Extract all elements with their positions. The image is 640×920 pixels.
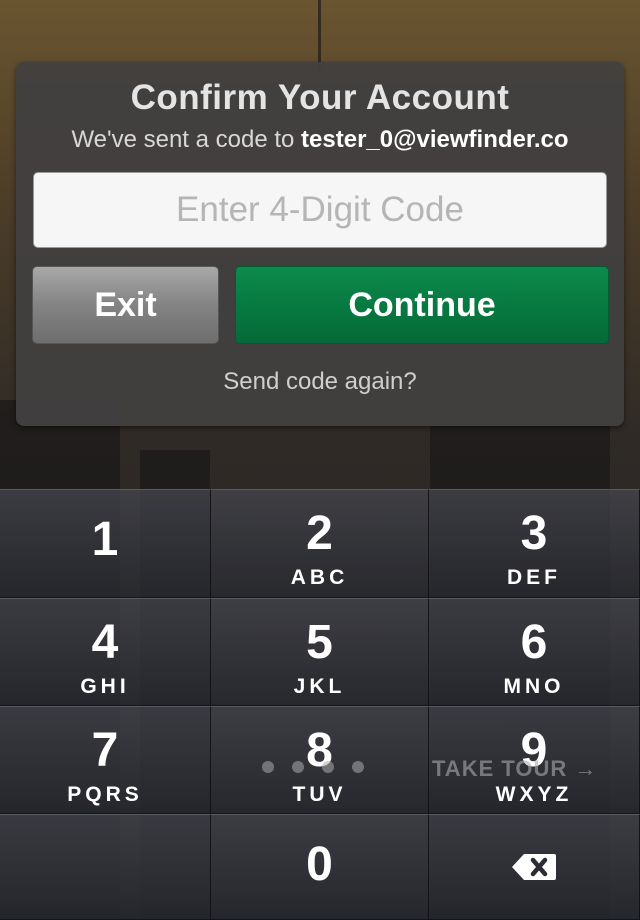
key-blank bbox=[0, 814, 211, 920]
antenna-silhouette bbox=[318, 0, 321, 70]
key-digit: 3 bbox=[520, 507, 548, 560]
key-digit: 2 bbox=[306, 507, 333, 560]
page-dot[interactable] bbox=[262, 761, 274, 773]
key-letters: DEF bbox=[507, 566, 561, 589]
page-dot[interactable] bbox=[292, 761, 304, 773]
key-letters: WXYZ bbox=[495, 783, 573, 806]
key-2[interactable]: 2 ABC bbox=[211, 489, 429, 598]
key-1[interactable]: 1 bbox=[0, 489, 211, 598]
key-digit: 1 bbox=[91, 513, 119, 566]
key-digit: 0 bbox=[306, 838, 333, 891]
key-digit: 5 bbox=[306, 616, 333, 669]
key-6[interactable]: 6 MNO bbox=[429, 598, 640, 706]
take-tour-link[interactable]: TAKE TOUR → bbox=[432, 756, 597, 782]
key-0[interactable]: 0 bbox=[211, 814, 429, 920]
backspace-icon bbox=[512, 854, 556, 880]
key-letters: ABC bbox=[290, 566, 349, 589]
key-letters: PQRS bbox=[67, 783, 143, 806]
page-dot[interactable] bbox=[352, 761, 364, 773]
delete-key[interactable] bbox=[429, 814, 640, 920]
key-letters: GHI bbox=[80, 675, 130, 698]
key-letters: JKL bbox=[293, 675, 346, 698]
confirm-account-dialog: Confirm Your Account We've sent a code t… bbox=[16, 62, 624, 426]
key-5[interactable]: 5 JKL bbox=[211, 598, 429, 706]
key-digit: 7 bbox=[91, 724, 119, 777]
key-letters: MNO bbox=[503, 675, 565, 698]
key-letters: TUV bbox=[292, 783, 347, 806]
dialog-subtitle: We've sent a code to tester_0@viewfinder… bbox=[16, 126, 624, 154]
exit-button[interactable]: Exit bbox=[32, 266, 219, 344]
key-3[interactable]: 3 DEF bbox=[429, 489, 640, 598]
key-8[interactable]: 8 TUV bbox=[211, 706, 429, 814]
key-digit: 4 bbox=[91, 616, 119, 669]
email-address: tester_0@viewfinder.co bbox=[301, 126, 569, 153]
code-input[interactable] bbox=[33, 172, 607, 248]
key-7[interactable]: 7 PQRS bbox=[0, 706, 211, 814]
dialog-title: Confirm Your Account bbox=[130, 78, 510, 117]
continue-button[interactable]: Continue bbox=[235, 266, 609, 344]
page-dot[interactable] bbox=[322, 761, 334, 773]
key-4[interactable]: 4 GHI bbox=[0, 598, 211, 706]
subtitle-text: We've sent a code to bbox=[71, 126, 302, 153]
page-indicator bbox=[262, 761, 364, 775]
numeric-keypad: 1 2 ABC 3 DEF 4 GHI 5 JKL 6 MNO 7 PQRS 8… bbox=[0, 489, 640, 920]
send-code-again-link[interactable]: Send code again? bbox=[16, 368, 624, 396]
key-digit: 6 bbox=[520, 616, 548, 669]
